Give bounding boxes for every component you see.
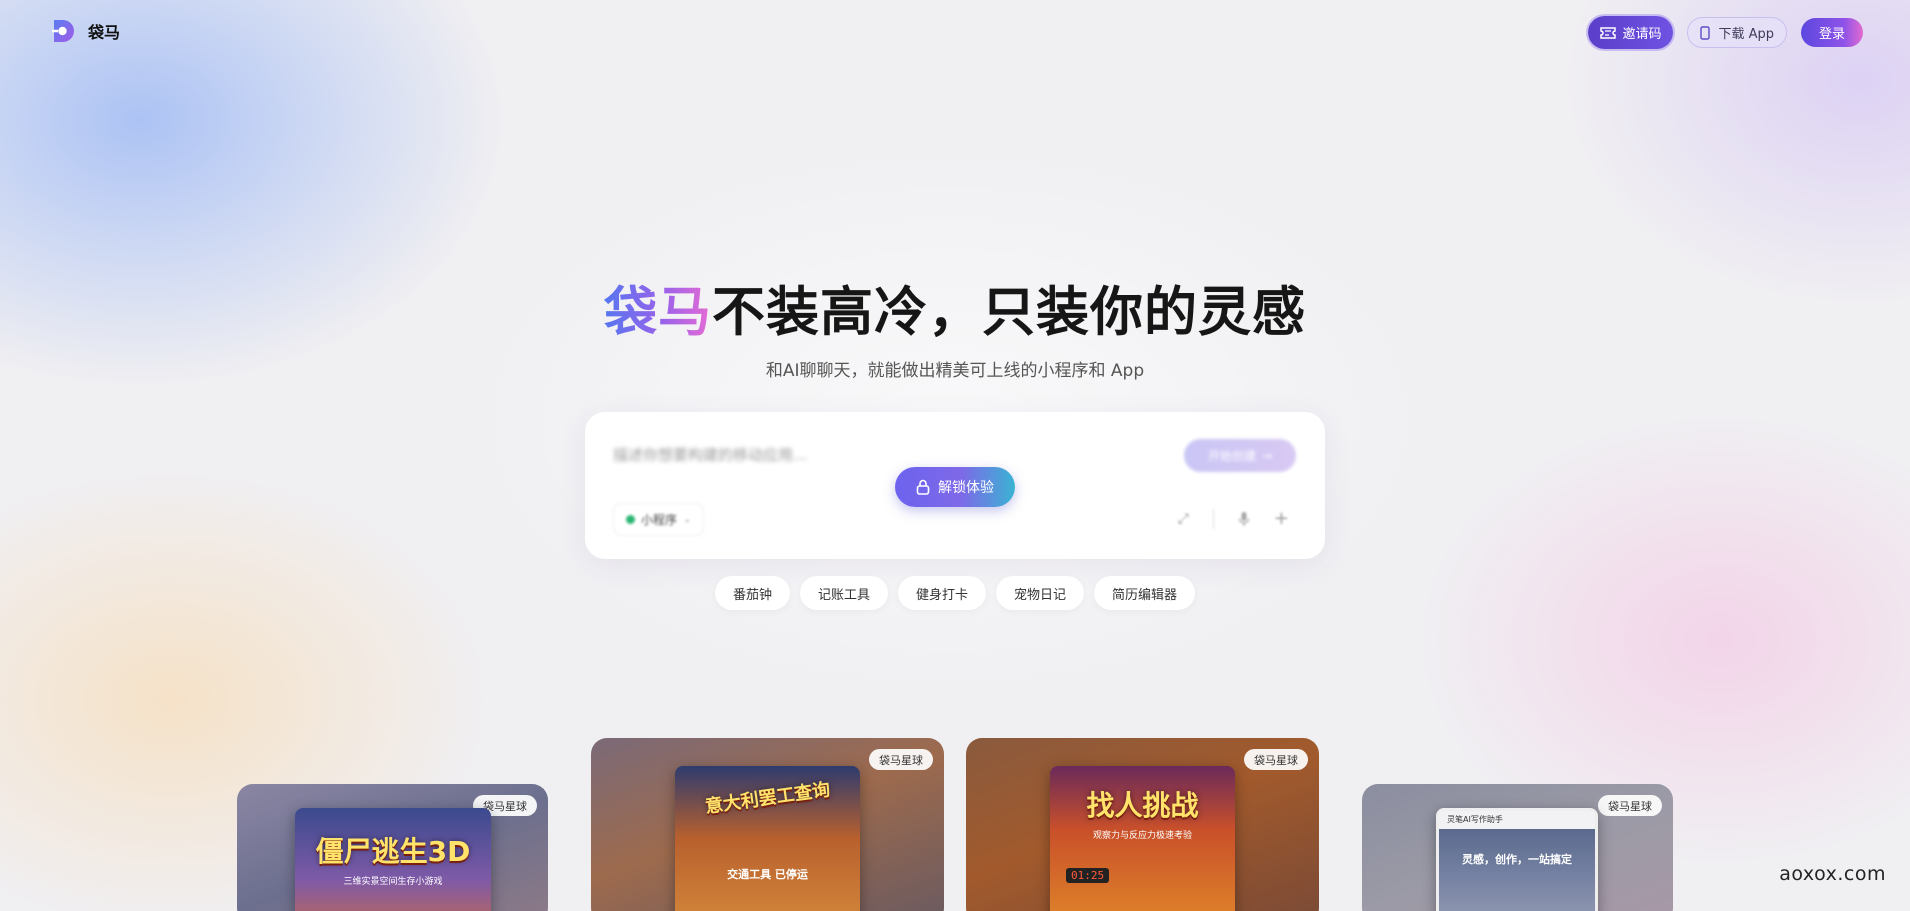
showcase-thumbnail: 僵尸逃生3D 三维实景空间生存小游戏 [295,808,491,911]
showcase-card[interactable]: 袋马星球 灵笔AI写作助手 灵感，创作，一站搞定 [1362,784,1673,911]
download-app-button[interactable]: 下载 App [1687,17,1787,48]
header-actions: 邀请码 下载 App 登录 [1588,16,1863,49]
showcase-tag: 袋马星球 [869,749,933,770]
microphone-icon[interactable] [1238,511,1250,527]
unlock-experience-button[interactable]: 解锁体验 [895,467,1015,507]
suggestion-chip[interactable]: 简历编辑器 [1094,576,1196,610]
phone-icon [1700,25,1711,40]
showcase-title: 意大利罢工查询 [703,779,832,818]
showcase-tag: 袋马星球 [1244,749,1308,770]
prompt-input[interactable] [613,440,1173,470]
add-icon[interactable]: + [1274,508,1289,529]
login-button[interactable]: 登录 [1800,18,1863,47]
hero-subtitle: 和AI聊聊天，就能做出精美可上线的小程序和 App [765,361,1145,381]
showcase-tag: 袋马星球 [1598,795,1662,816]
showcase-timer: 01:25 [1066,868,1110,883]
showcase-thumbnail: 找人挑战 观察力与反应力极速考验 01:25 [1050,766,1235,911]
showcase-card[interactable]: 袋马星球 找人挑战 观察力与反应力极速考验 01:25 [966,738,1319,911]
platform-select-value: 小程序 [641,513,678,527]
login-label: 登录 [1818,27,1845,42]
tool-divider [1212,508,1214,529]
showcase-subtitle: 观察力与反应力极速考验 [1092,831,1192,841]
brand-name: 袋马 [88,23,121,42]
download-app-label: 下载 App [1718,27,1774,42]
ticket-icon [1600,26,1617,39]
showcase-thumbnail: 灵笔AI写作助手 灵感，创作，一站搞定 [1436,808,1598,911]
mini-program-icon [626,515,635,524]
showcase-card[interactable]: 袋马星球 僵尸逃生3D 三维实景空间生存小游戏 [237,784,548,911]
prompt-card: 开始创建 → 解锁体验 小程序 ⌄ ⤢ + [585,412,1325,559]
suggestion-chip[interactable]: 健身打卡 [897,576,986,610]
suggestion-chip[interactable]: 宠物日记 [996,576,1085,610]
unlock-experience-label: 解锁体验 [938,480,994,496]
showcase-subtitle: 交通工具 已停运 [727,868,808,881]
watermark: aoxox.com [1779,863,1886,885]
platform-select[interactable]: 小程序 ⌄ [613,503,705,536]
suggestion-chip[interactable]: 番茄钟 [714,576,790,610]
brand-logo[interactable]: 袋马 [52,18,120,44]
showcase-title: 找人挑战 [1086,789,1199,822]
arrow-right-icon: → [1261,448,1273,463]
showcase-subtitle: 三维实景空间生存小游戏 [343,877,443,887]
showcase-card[interactable]: 袋马星球 意大利罢工查询 交通工具 已停运 [591,738,944,911]
showcase-title: 僵尸逃生3D [315,835,471,868]
start-create-label: 开始创建 [1207,449,1256,463]
invite-code-button[interactable]: 邀请码 [1588,16,1674,49]
hero-title-brand: 袋马 [604,282,712,343]
lock-icon [916,479,930,495]
chevron-down-icon: ⌄ [683,514,692,525]
showcase-subtitle: 灵感，创作，一站搞定 [1462,853,1572,866]
expand-icon[interactable]: ⤢ [1178,511,1189,527]
showcase-thumbnail: 意大利罢工查询 交通工具 已停运 [675,766,860,911]
showcase-title: 灵笔AI写作助手 [1447,815,1503,824]
hero-title: 袋马不装高冷，只装你的灵感 [0,270,1910,346]
start-create-button[interactable]: 开始创建 → [1184,439,1296,472]
suggestion-chip[interactable]: 记账工具 [799,576,888,610]
suggestion-chips: 番茄钟 记账工具 健身打卡 宠物日记 简历编辑器 [0,576,1910,610]
invite-code-label: 邀请码 [1622,27,1662,42]
prompt-tools: ⤢ + [1178,508,1289,529]
hero-title-rest: 不装高冷，只装你的灵感 [712,282,1306,343]
logo-icon [52,20,74,42]
